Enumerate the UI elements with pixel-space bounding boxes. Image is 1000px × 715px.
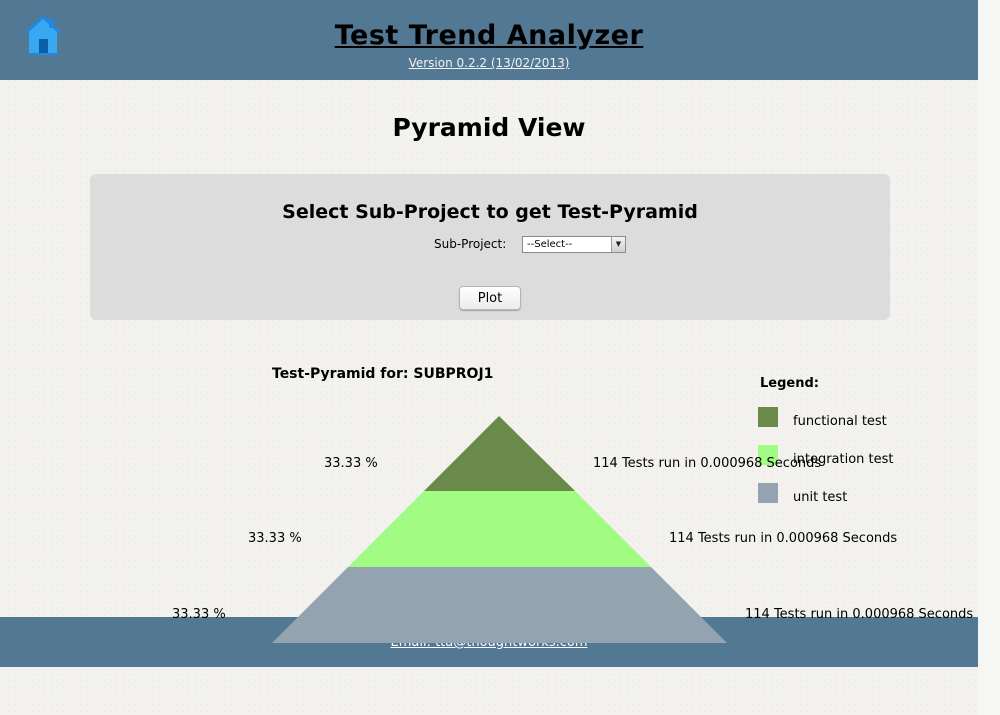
legend-swatch-functional	[758, 407, 778, 427]
layer-tests-info: 114 Tests run in 0.000968 Seconds	[745, 607, 974, 622]
pyramid-layer-unit	[272, 567, 727, 643]
layer-percent: 33.33 %	[324, 456, 378, 471]
legend-title: Legend:	[760, 376, 819, 391]
legend-swatch-unit	[758, 483, 778, 503]
layer-percent: 33.33 %	[248, 531, 302, 546]
layer-percent: 33.33 %	[172, 607, 226, 622]
legend-label: functional test	[793, 414, 887, 429]
layer-tests-info: 114 Tests run in 0.000968 Seconds	[593, 456, 822, 471]
legend-label: unit test	[793, 490, 848, 505]
layer-tests-info: 114 Tests run in 0.000968 Seconds	[669, 531, 898, 546]
